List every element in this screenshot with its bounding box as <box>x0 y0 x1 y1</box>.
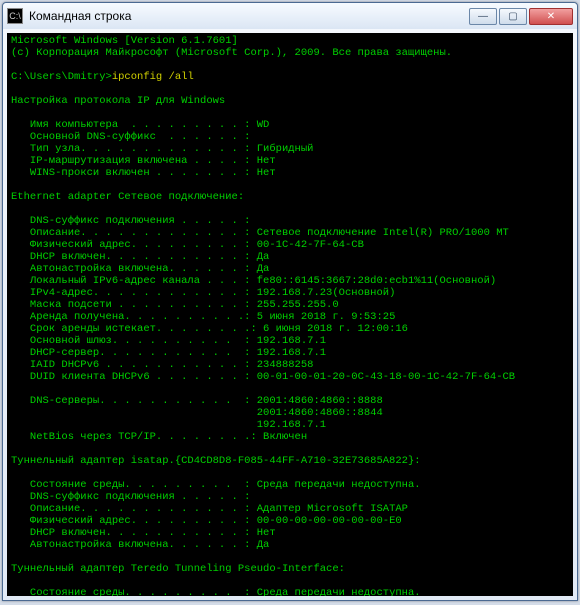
eth-linklocal6-label: Локальный IPv6-адрес канала . . . : <box>11 275 257 287</box>
eth-gateway-value: 192.168.7.1 <box>257 335 326 347</box>
eth-lease-expires-label: Срок аренды истекает. . . . . . . .: <box>11 323 263 335</box>
eth-dhcpserver-label: DHCP-сервер. . . . . . . . . . . : <box>11 347 257 359</box>
eth-netbios-label: NetBios через TCP/IP. . . . . . . .: <box>11 431 263 443</box>
isatap-auto-value: Да <box>257 539 270 551</box>
isatap-dhcp-label: DHCP включен. . . . . . . . . . . : <box>11 527 257 539</box>
host-name-value: WD <box>257 119 270 131</box>
eth-auto-label: Автонастройка включена. . . . . . : <box>11 263 257 275</box>
eth-auto-value: Да <box>257 263 270 275</box>
titlebar[interactable]: C:\ Командная строка — ▢ ✕ <box>3 3 577 29</box>
eth-netbios-value: Включен <box>263 431 307 443</box>
isatap-dnssuffix-label: DNS-суффикс подключения . . . . . : <box>11 491 250 503</box>
eth-gateway-label: Основной шлюз. . . . . . . . . . : <box>11 335 257 347</box>
section-header-teredo: Туннельный адаптер Teredo Tunneling Pseu… <box>11 563 345 575</box>
eth-iaid-label: IAID DHCPv6 . . . . . . . . . . . : <box>11 359 257 371</box>
eth-dns-value-3: 192.168.7.1 <box>11 419 326 431</box>
section-header-isatap: Туннельный адаптер isatap.{CD4CD8D8-F085… <box>11 455 421 467</box>
eth-lease-expires-value: 6 июня 2018 г. 12:00:16 <box>263 323 408 335</box>
host-iprouting-value: Нет <box>257 155 276 167</box>
isatap-state-value: Среда передачи недоступна. <box>257 479 421 491</box>
maximize-button[interactable]: ▢ <box>499 8 527 25</box>
host-name-label: Имя компьютера . . . . . . . . . : <box>11 119 257 131</box>
close-button[interactable]: ✕ <box>529 8 573 25</box>
command-prompt-window: C:\ Командная строка — ▢ ✕ Microsoft Win… <box>2 2 578 601</box>
eth-dns-value-2: 2001:4860:4860::8844 <box>11 407 383 419</box>
window-title: Командная строка <box>29 9 469 23</box>
app-icon: C:\ <box>7 8 23 24</box>
eth-lease-obtained-label: Аренда получена. . . . . . . . . .: <box>11 311 257 323</box>
eth-desc-value: Сетевое подключение Intel(R) PRO/1000 MT <box>257 227 509 239</box>
eth-duid-value: 00-01-00-01-20-0C-43-18-00-1C-42-7F-64-C… <box>257 371 515 383</box>
isatap-state-label: Состояние среды. . . . . . . . . : <box>11 479 257 491</box>
host-wins-value: Нет <box>257 167 276 179</box>
eth-desc-label: Описание. . . . . . . . . . . . . : <box>11 227 257 239</box>
host-type-value: Гибридный <box>257 143 314 155</box>
isatap-desc-value: Адаптер Microsoft ISATAP <box>257 503 408 515</box>
eth-dnssuffix-label: DNS-суффикс подключения . . . . . : <box>11 215 250 227</box>
isatap-dhcp-value: Нет <box>257 527 276 539</box>
window-controls: — ▢ ✕ <box>469 8 573 25</box>
banner-line1: Microsoft Windows [Version 6.1.7601] <box>11 35 238 47</box>
minimize-button[interactable]: — <box>469 8 497 25</box>
eth-mac-value: 00-1C-42-7F-64-CB <box>257 239 364 251</box>
host-dns-label: Основной DNS-суффикс . . . . . . : <box>11 131 250 143</box>
isatap-mac-label: Физический адрес. . . . . . . . . : <box>11 515 257 527</box>
isatap-auto-label: Автонастройка включена. . . . . . : <box>11 539 257 551</box>
eth-ipv4-value: 192.168.7.23(Основной) <box>257 287 396 299</box>
eth-iaid-value: 234888258 <box>257 359 314 371</box>
eth-ipv4-label: IPv4-адрес. . . . . . . . . . . . : <box>11 287 257 299</box>
teredo-state-value: Среда передачи недоступна. <box>257 587 421 596</box>
host-type-label: Тип узла. . . . . . . . . . . . . : <box>11 143 257 155</box>
eth-mask-label: Маска подсети . . . . . . . . . . : <box>11 299 257 311</box>
host-iprouting-label: IP-маршрутизация включена . . . . : <box>11 155 257 167</box>
section-header-main: Настройка протокола IP для Windows <box>11 95 225 107</box>
eth-dhcp-value: Да <box>257 251 270 263</box>
banner-line2: (c) Корпорация Майкрософт (Microsoft Cor… <box>11 47 452 59</box>
eth-dns-value-1: 2001:4860:4860::8888 <box>257 395 383 407</box>
eth-duid-label: DUID клиента DHCPv6 . . . . . . . : <box>11 371 257 383</box>
host-wins-label: WINS-прокси включен . . . . . . . : <box>11 167 257 179</box>
isatap-desc-label: Описание. . . . . . . . . . . . . : <box>11 503 257 515</box>
terminal-output: Microsoft Windows [Version 6.1.7601] (c)… <box>11 35 569 596</box>
eth-lease-obtained-value: 5 июня 2018 г. 9:53:25 <box>257 311 396 323</box>
eth-mac-label: Физический адрес. . . . . . . . . : <box>11 239 257 251</box>
isatap-mac-value: 00-00-00-00-00-00-00-E0 <box>257 515 402 527</box>
terminal-client-area[interactable]: Microsoft Windows [Version 6.1.7601] (c)… <box>7 33 573 596</box>
eth-linklocal6-value: fe80::6145:3667:28d0:ecb1%11(Основной) <box>257 275 496 287</box>
section-header-ethernet: Ethernet adapter Сетевое подключение: <box>11 191 244 203</box>
prompt-cwd: C:\Users\Dmitry> <box>11 71 112 83</box>
eth-mask-value: 255.255.255.0 <box>257 299 339 311</box>
eth-dhcp-label: DHCP включен. . . . . . . . . . . : <box>11 251 257 263</box>
prompt-command: ipconfig /all <box>112 71 194 83</box>
eth-dns-label: DNS-серверы. . . . . . . . . . . : <box>11 395 257 407</box>
eth-dhcpserver-value: 192.168.7.1 <box>257 347 326 359</box>
teredo-state-label: Состояние среды. . . . . . . . . : <box>11 587 257 596</box>
